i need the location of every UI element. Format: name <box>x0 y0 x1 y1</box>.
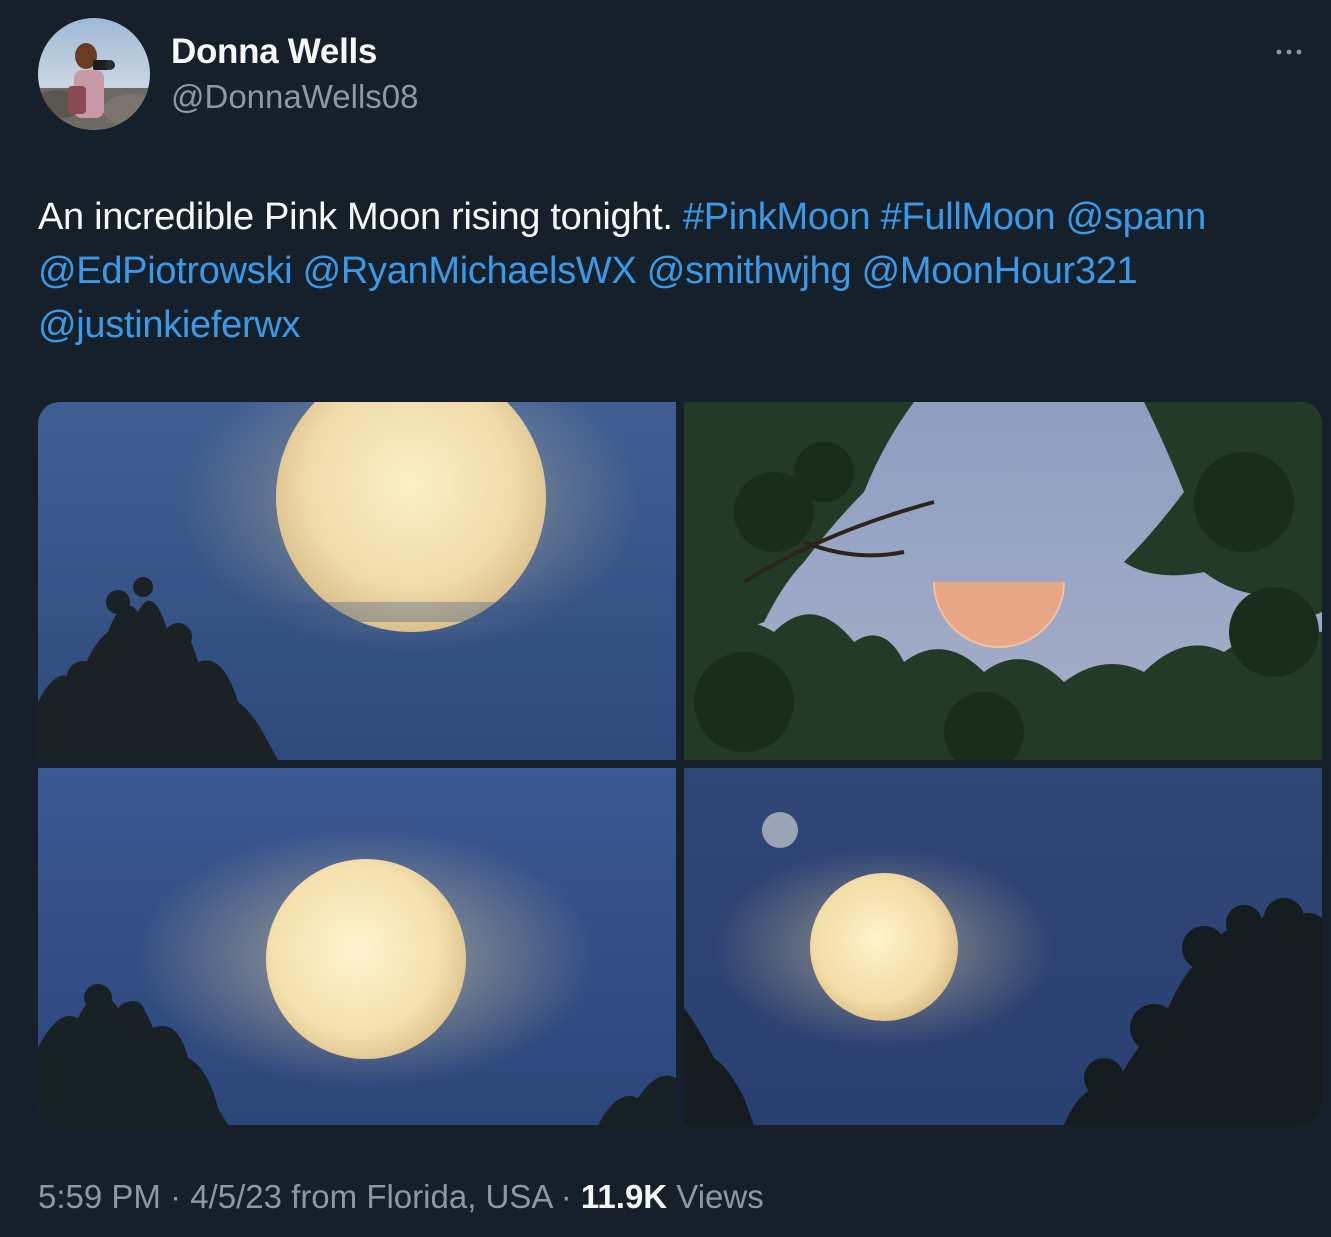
moon-photo-4[interactable] <box>684 768 1322 1125</box>
moon-photo-1[interactable] <box>38 402 676 760</box>
display-name[interactable]: Donna Wells <box>171 32 377 72</box>
hashtag-link[interactable]: #FullMoon <box>881 196 1056 238</box>
separator: · <box>160 1178 191 1215</box>
tweet-text: An incredible Pink Moon rising tonight. … <box>38 190 1308 352</box>
mention-link[interactable]: @smithwjhg <box>647 250 852 292</box>
mention-link[interactable]: @justinkieferwx <box>38 304 300 346</box>
media-grid <box>38 402 1322 1125</box>
separator: · <box>551 1178 581 1215</box>
avatar-photographer-icon <box>38 18 150 130</box>
views-label: Views <box>667 1178 764 1215</box>
views-count[interactable]: 11.9K <box>581 1178 667 1215</box>
moon-photo-3[interactable] <box>38 768 676 1125</box>
tweet-time[interactable]: 5:59 PM <box>38 1178 161 1215</box>
avatar[interactable] <box>38 18 150 130</box>
tweet: Donna Wells @DonnaWells08 An incredible … <box>0 0 1331 1237</box>
tweet-date[interactable]: 4/5/23 <box>190 1178 282 1215</box>
tweet-meta: 5:59 PM · 4/5/23 from Florida, USA · 11.… <box>38 1178 764 1216</box>
tweet-body: An incredible Pink Moon rising tonight. <box>38 196 673 238</box>
hashtag-link[interactable]: #PinkMoon <box>683 196 871 238</box>
mention-link[interactable]: @RyanMichaelsWX <box>303 250 637 292</box>
mention-link[interactable]: @spann <box>1066 196 1207 238</box>
tweet-location: from Florida, USA <box>281 1178 552 1215</box>
user-handle[interactable]: @DonnaWells08 <box>171 78 419 116</box>
moon-photo-2[interactable] <box>684 402 1322 760</box>
mention-link[interactable]: @EdPiotrowski <box>38 250 293 292</box>
mention-link[interactable]: @MoonHour321 <box>862 250 1138 292</box>
more-options-icon[interactable] <box>1273 36 1305 68</box>
